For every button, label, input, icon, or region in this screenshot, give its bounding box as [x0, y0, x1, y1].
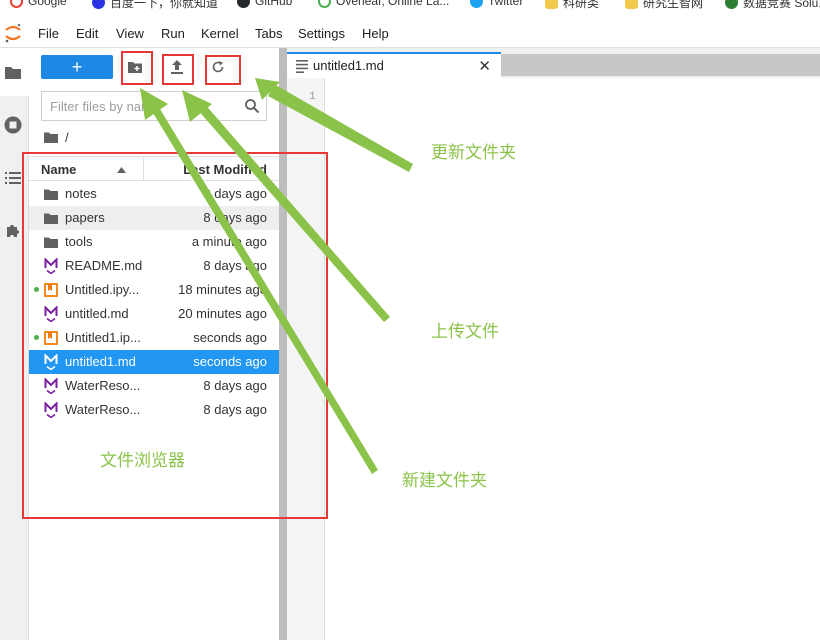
tab-bar-empty-area — [501, 54, 820, 76]
overleaf-icon — [318, 0, 331, 8]
search-icon — [245, 99, 260, 114]
home-folder-icon[interactable] — [43, 131, 59, 144]
bookmark-item[interactable]: Twitter — [470, 0, 523, 8]
bookmarks-bar: Google 百度一下，你就知道 GitHub Overleaf, Online… — [0, 0, 820, 18]
annotation-label-upload: 上传文件 — [431, 322, 499, 341]
bookmark-item[interactable]: 百度一下，你就知道 — [92, 0, 218, 11]
bookmark-item[interactable]: Google — [10, 0, 67, 8]
folder-tab-icon[interactable] — [3, 62, 23, 82]
google-icon — [10, 0, 23, 8]
new-launcher-button[interactable]: + — [41, 55, 113, 79]
folder-icon — [625, 0, 638, 9]
running-tab-icon[interactable] — [3, 115, 23, 135]
bookmark-item[interactable]: Overleaf, Online La... — [318, 0, 449, 8]
bookmark-item[interactable]: GitHub — [237, 0, 292, 8]
filter-placeholder: Filter files by name — [50, 99, 160, 114]
menu-run[interactable]: Run — [161, 26, 185, 41]
breadcrumb: / — [43, 130, 69, 145]
twitter-icon — [470, 0, 483, 8]
menu-edit[interactable]: Edit — [76, 26, 98, 41]
breadcrumb-root[interactable]: / — [65, 130, 69, 145]
menu-tabs[interactable]: Tabs — [255, 26, 282, 41]
annotation-label-refresh: 更新文件夹 — [431, 143, 516, 162]
text-file-icon — [296, 60, 308, 73]
bookmark-folder[interactable]: 研究生智网 — [625, 0, 703, 11]
annotation-box-refresh — [205, 55, 241, 85]
github-icon — [237, 0, 250, 8]
bookmark-folder[interactable]: 科研类 — [545, 0, 599, 11]
menu-kernel[interactable]: Kernel — [201, 26, 239, 41]
folder-icon — [545, 0, 558, 9]
annotation-label-file-browser: 文件浏览器 — [100, 451, 185, 470]
commands-tab-icon[interactable] — [3, 168, 23, 188]
close-tab-icon[interactable]: ✕ — [478, 57, 491, 75]
annotation-box-upload — [162, 54, 194, 85]
annotation-label-new-folder: 新建文件夹 — [402, 471, 487, 490]
line-number: 1 — [309, 91, 316, 103]
menu-file[interactable]: File — [38, 26, 59, 41]
jupyterlab-window: Google 百度一下，你就知道 GitHub Overleaf, Online… — [0, 0, 820, 640]
menu-view[interactable]: View — [116, 26, 144, 41]
menu-settings[interactable]: Settings — [298, 26, 345, 41]
bookmark-item[interactable]: 数据竞赛 Solu... — [725, 0, 820, 11]
jupyter-logo-icon — [5, 23, 21, 43]
tab-label: untitled1.md — [313, 58, 384, 73]
baidu-icon — [92, 0, 105, 9]
filter-files-input[interactable]: Filter files by name — [41, 91, 267, 121]
menu-bar: File Edit View Run Kernel Tabs Settings … — [0, 18, 820, 48]
sp-icon — [725, 0, 738, 9]
annotation-box-new-folder — [121, 51, 153, 85]
tab-untitled1-md[interactable]: untitled1.md ✕ — [287, 52, 501, 78]
menu-help[interactable]: Help — [362, 26, 389, 41]
extensions-tab-icon[interactable] — [3, 221, 23, 241]
